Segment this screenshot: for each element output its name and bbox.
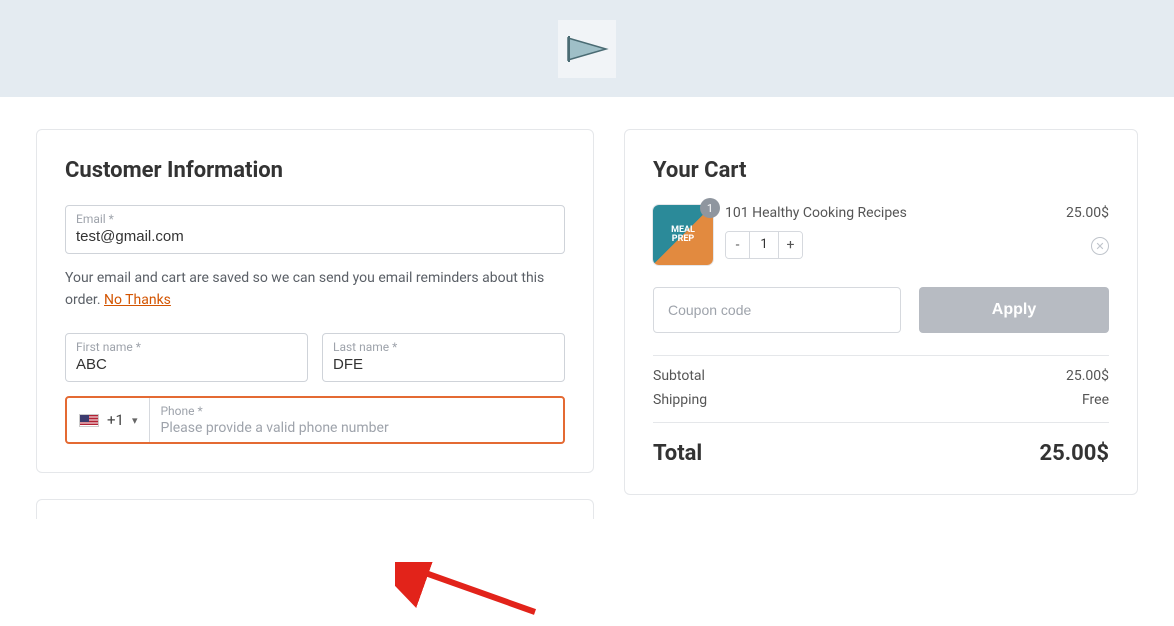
shipping-label: Shipping xyxy=(653,392,707,408)
quantity-badge: 1 xyxy=(700,198,720,218)
annotation-arrow-icon xyxy=(395,562,545,626)
us-flag-icon xyxy=(79,414,99,427)
email-field[interactable]: Email * xyxy=(65,205,565,254)
qty-value: 1 xyxy=(750,232,778,258)
last-name-field[interactable]: Last name * xyxy=(322,333,565,382)
cart-item: MEAL PREP 1 101 Healthy Cooking Recipes … xyxy=(653,205,1109,265)
customer-info-card: Customer Information Email * Your email … xyxy=(36,129,594,473)
total-value: 25.00$ xyxy=(1040,441,1110,466)
no-thanks-link[interactable]: No Thanks xyxy=(104,292,171,308)
last-name-label: Last name * xyxy=(333,340,554,354)
close-icon: ✕ xyxy=(1095,240,1104,253)
subtotal-label: Subtotal xyxy=(653,368,705,384)
last-name-input[interactable] xyxy=(333,354,554,373)
shipping-value: Free xyxy=(1082,392,1109,408)
phone-label: Phone * xyxy=(160,404,553,418)
quantity-stepper[interactable]: - 1 + xyxy=(725,231,803,259)
product-name: 101 Healthy Cooking Recipes xyxy=(725,205,1109,221)
cart-card: Your Cart MEAL PREP 1 101 Healthy Cookin… xyxy=(624,129,1138,495)
first-name-label: First name * xyxy=(76,340,297,354)
next-section-card xyxy=(36,499,594,519)
email-label: Email * xyxy=(76,212,554,226)
shipping-row: Shipping Free xyxy=(653,384,1109,422)
cart-title: Your Cart xyxy=(653,158,1109,183)
country-code: +1 xyxy=(107,411,124,429)
first-name-field[interactable]: First name * xyxy=(65,333,308,382)
email-input[interactable] xyxy=(76,226,554,245)
thumb-text-2: PREP xyxy=(672,235,694,244)
total-label: Total xyxy=(653,441,702,466)
subtotal-row: Subtotal 25.00$ xyxy=(653,356,1109,384)
logo xyxy=(558,20,616,78)
qty-increase-button[interactable]: + xyxy=(778,232,802,258)
subtotal-value: 25.00$ xyxy=(1066,368,1109,384)
header-banner xyxy=(0,0,1174,97)
phone-error-text: Please provide a valid phone number xyxy=(160,418,553,436)
remove-item-button[interactable]: ✕ xyxy=(1091,237,1109,255)
first-name-input[interactable] xyxy=(76,354,297,373)
coupon-input[interactable] xyxy=(653,287,901,333)
qty-decrease-button[interactable]: - xyxy=(726,232,750,258)
pennant-icon xyxy=(564,34,610,64)
phone-field[interactable]: +1 ▾ Phone * Please provide a valid phon… xyxy=(65,396,565,444)
total-row: Total 25.00$ xyxy=(653,423,1109,466)
chevron-down-icon: ▾ xyxy=(132,414,138,427)
customer-info-title: Customer Information xyxy=(65,158,565,183)
reminder-text: Your email and cart are saved so we can … xyxy=(65,268,565,311)
country-code-selector[interactable]: +1 ▾ xyxy=(67,398,150,442)
product-price: 25.00$ xyxy=(1066,205,1109,221)
apply-coupon-button[interactable]: Apply xyxy=(919,287,1109,333)
